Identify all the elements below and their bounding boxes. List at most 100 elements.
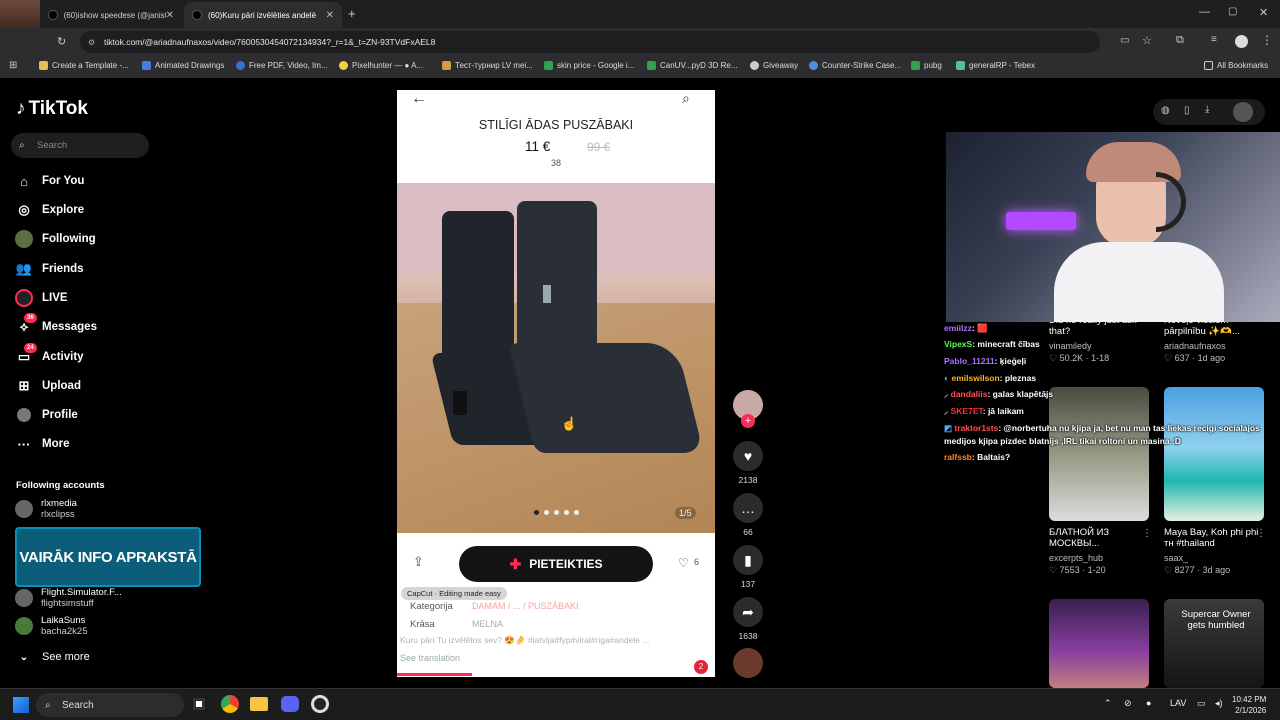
- menu-kebab-icon[interactable]: ⋮: [1261, 33, 1273, 47]
- account-item[interactable]: Flight.Simulator.F... flightsimstuff: [15, 587, 122, 609]
- share-action[interactable]: ➦ 1638: [733, 597, 763, 641]
- tab-active[interactable]: (60)Kuru pāri izvēlēties andelē ✕: [184, 2, 342, 28]
- carousel-dot[interactable]: [534, 510, 539, 515]
- carousel-dot[interactable]: [554, 510, 559, 515]
- account-item[interactable]: LaikaSuns bacha2k25: [15, 615, 87, 637]
- back-arrow-icon[interactable]: ←: [411, 90, 427, 108]
- recommended-video-card[interactable]: БЛАТНОЙ ИЗ МОСКВЫ... excerpts_hub ♡ 7553…: [1049, 527, 1149, 576]
- video-progress-bar[interactable]: [397, 673, 472, 676]
- account-item[interactable]: rlxmedia rlxclipss: [15, 498, 77, 520]
- extensions-icon[interactable]: ⧉: [1176, 34, 1184, 47]
- bookmark-item[interactable]: Create a Template -...: [39, 61, 129, 70]
- windows-start-icon[interactable]: [13, 697, 29, 713]
- download-icon[interactable]: ⤓: [1205, 104, 1209, 115]
- nav-activity[interactable]: ▭ 24 Activity: [15, 343, 84, 367]
- install-icon[interactable]: ▭: [1120, 35, 1129, 46]
- capcut-badge[interactable]: CapCut · Editing made easy: [401, 587, 507, 600]
- video-thumbnail[interactable]: [1049, 387, 1149, 521]
- more-options-icon[interactable]: ⋮: [1256, 528, 1266, 539]
- search-icon[interactable]: ⌕: [682, 90, 690, 107]
- bookmark-item[interactable]: Тест-турнир LV mei...: [442, 61, 533, 70]
- nav-profile[interactable]: Profile: [15, 405, 78, 425]
- tiktok-logo[interactable]: ♪ TikTok: [16, 98, 88, 120]
- nav-more[interactable]: ··· More: [15, 434, 70, 454]
- apply-button[interactable]: ✚ PIETEIKTIES: [459, 546, 653, 582]
- tiktok-tab-icon: [192, 10, 202, 20]
- bookmark-item[interactable]: Counter-Strike Case...: [809, 61, 901, 70]
- heart-outline-icon[interactable]: ♡: [678, 556, 689, 570]
- chrome-icon[interactable]: [221, 695, 239, 713]
- video-thumbnail[interactable]: [1049, 599, 1149, 688]
- see-translation-link[interactable]: See translation: [400, 653, 460, 663]
- tab-inactive[interactable]: (60)ishow speedɐsɐ (@janistil ✕: [40, 2, 182, 28]
- headphones-icon: [1156, 172, 1186, 232]
- obs-icon[interactable]: [311, 695, 329, 713]
- pip-icon[interactable]: ◍: [1161, 105, 1170, 116]
- bookmark-item[interactable]: skin price - Google i...: [544, 61, 634, 70]
- comment-action[interactable]: … 66: [733, 493, 763, 537]
- bookmark-item[interactable]: CanUV...pyD 3D Re...: [647, 61, 738, 70]
- video-thumbnail[interactable]: [1164, 387, 1264, 521]
- taskbar-search[interactable]: ⌕ Search: [36, 693, 184, 717]
- carousel-dot[interactable]: [574, 510, 579, 515]
- search-input[interactable]: ⌕ Search: [11, 133, 149, 158]
- bookmark-star-icon[interactable]: ☆: [1142, 34, 1152, 47]
- mic-icon[interactable]: ●: [1146, 698, 1151, 708]
- search-icon: ⌕: [45, 699, 51, 711]
- nav-following[interactable]: Following: [15, 229, 96, 249]
- file-explorer-icon[interactable]: [250, 697, 268, 711]
- task-view-icon[interactable]: [193, 698, 205, 710]
- apps-grid-icon[interactable]: ⊞: [9, 60, 17, 71]
- bookmark-item[interactable]: Free PDF, Video, Im...: [236, 61, 328, 70]
- nav-messages[interactable]: ⟡ 36 Messages: [15, 313, 97, 337]
- chat-message: : jā laikam: [982, 406, 1024, 416]
- address-bar[interactable]: ⚙ tiktok.com/@ariadnaufnaxos/video/76005…: [80, 31, 1100, 53]
- chevron-up-icon[interactable]: ⌃: [1104, 698, 1112, 709]
- see-more-button[interactable]: ⌄ See more: [15, 647, 90, 667]
- bookmark-label: pubg: [924, 61, 942, 70]
- nav-for-you[interactable]: ⌂ For You: [15, 171, 84, 191]
- music-disc-icon[interactable]: [733, 648, 763, 678]
- bookmark-item[interactable]: pubg: [911, 61, 942, 70]
- new-tab-icon[interactable]: +: [348, 6, 356, 21]
- nav-friends[interactable]: 👥 Friends: [15, 259, 84, 279]
- minimize-icon[interactable]: —: [1199, 6, 1210, 18]
- language-indicator[interactable]: LAV: [1170, 698, 1186, 708]
- more-options-icon[interactable]: ⋮: [1142, 528, 1152, 539]
- close-window-icon[interactable]: ✕: [1259, 6, 1268, 19]
- bookmark-item[interactable]: Pixelhunter — ● A...: [339, 61, 423, 70]
- recommended-video-card[interactable]: Did he really just ask that? vinamiledy …: [1049, 315, 1149, 364]
- carousel-dot[interactable]: [544, 510, 549, 515]
- nav-live[interactable]: LIVE: [15, 288, 68, 308]
- device-icon[interactable]: ▯: [1184, 105, 1190, 116]
- reload-icon[interactable]: ↻: [57, 35, 66, 48]
- video-thumbnail[interactable]: Supercar Owner gets humbled: [1164, 599, 1264, 688]
- recommended-video-card[interactable]: Noveļo viesiem pārpilnību ✨🫶... ariadnau…: [1164, 315, 1264, 364]
- carousel-dot[interactable]: [564, 510, 569, 515]
- profile-avatar[interactable]: [1235, 35, 1248, 48]
- bookmark-item[interactable]: Animated Drawings: [142, 61, 224, 70]
- all-bookmarks[interactable]: All Bookmarks: [1204, 61, 1268, 70]
- bookmark-action[interactable]: ▮ 137: [733, 545, 763, 589]
- volume-icon[interactable]: ◂): [1215, 698, 1223, 709]
- recommended-video-card[interactable]: Maya Bay, Koh phi phi ᴛʜ #thailand saax_…: [1164, 527, 1264, 576]
- video-player[interactable]: ← ⌕ STILĪGI ĀDAS PUSZĀBAKI 11 € 99 € 38 …: [397, 90, 715, 677]
- nav-upload[interactable]: ⊞ Upload: [15, 376, 81, 396]
- nav-explore[interactable]: ◎ Explore: [15, 200, 84, 220]
- wifi-icon[interactable]: ▭: [1197, 698, 1206, 709]
- like-action[interactable]: ♥ 2138: [733, 441, 763, 485]
- site-info-icon[interactable]: ⚙: [88, 38, 95, 47]
- clock[interactable]: 10:42 PM 2/1/2026: [1232, 694, 1266, 716]
- bookmark-item[interactable]: generalRP - Tebex: [956, 61, 1035, 70]
- close-tab-icon[interactable]: ✕: [166, 10, 174, 21]
- bookmark-item[interactable]: Giveaway: [750, 61, 798, 70]
- follow-plus-icon[interactable]: +: [741, 414, 755, 428]
- network-icon[interactable]: ⊘: [1124, 698, 1132, 709]
- user-avatar[interactable]: [1233, 102, 1253, 122]
- discord-icon[interactable]: [281, 696, 299, 712]
- maximize-icon[interactable]: ▢: [1228, 6, 1237, 17]
- cursor-icon: ☝: [561, 416, 578, 431]
- share-icon[interactable]: ⇪: [413, 554, 424, 570]
- close-tab-icon[interactable]: ✕: [326, 10, 334, 21]
- media-icon[interactable]: ≡: [1211, 34, 1217, 45]
